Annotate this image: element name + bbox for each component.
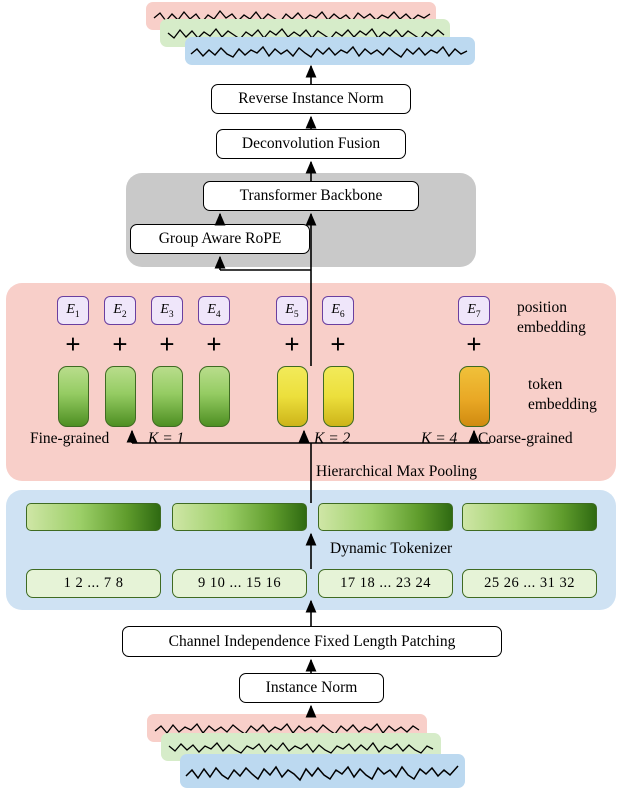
input-signal-card-blue <box>180 754 465 788</box>
token-embedding-bar-3 <box>152 366 183 427</box>
token-sequence-bar-1 <box>26 503 161 531</box>
embedding-chip-4[interactable]: E4 <box>198 296 230 325</box>
position-embedding-line1: position <box>517 299 567 316</box>
embedding-chip-4-label: E4 <box>207 301 221 320</box>
token-embedding-label: token embedding <box>528 375 597 415</box>
signal-trace-blue <box>190 45 468 58</box>
plus-sign-3: + <box>159 329 175 359</box>
embedding-chip-6-label: E6 <box>331 301 345 320</box>
plus-sign-7: + <box>466 329 482 359</box>
patch-number-box-3: 17 18 ... 23 24 <box>318 569 453 598</box>
input-signal-trace-blue <box>185 765 459 782</box>
position-embedding-label: position embedding <box>517 298 586 338</box>
reverse-instance-norm-label: Reverse Instance Norm <box>238 90 384 107</box>
token-embedding-bar-2 <box>105 366 136 427</box>
instance-norm-box[interactable]: Instance Norm <box>239 673 384 703</box>
channel-independence-box[interactable]: Channel Independence Fixed Length Patchi… <box>122 626 502 657</box>
patch-number-label-4: 25 26 ... 31 32 <box>484 575 575 591</box>
token-embedding-line2: embedding <box>528 396 597 413</box>
plus-sign-5: + <box>284 329 300 359</box>
token-sequence-bar-2 <box>172 503 307 531</box>
embedding-chip-3[interactable]: E3 <box>151 296 183 325</box>
patch-number-box-1: 1 2 ... 7 8 <box>26 569 161 598</box>
embedding-chip-5[interactable]: E5 <box>276 296 308 325</box>
coarse-grained-label: Coarse-grained <box>478 430 573 447</box>
reverse-instance-norm-box[interactable]: Reverse Instance Norm <box>211 84 411 114</box>
embedding-chip-7-label: E7 <box>467 301 481 320</box>
k1-label: K = 1 <box>148 430 185 447</box>
embedding-chip-2-label: E2 <box>113 301 127 320</box>
k4-label: K = 4 <box>421 430 458 447</box>
embedding-chip-1-label: E1 <box>66 301 80 320</box>
diagram-canvas: Reverse Instance Norm Deconvolution Fusi… <box>0 0 622 790</box>
hierarchical-max-pooling-label: Hierarchical Max Pooling <box>316 463 477 480</box>
plus-sign-6: + <box>330 329 346 359</box>
token-embedding-bar-4 <box>199 366 230 427</box>
embedding-chip-6[interactable]: E6 <box>322 296 354 325</box>
token-embedding-line1: token <box>528 376 563 393</box>
patch-number-label-2: 9 10 ... 15 16 <box>197 575 282 591</box>
embedding-chip-2[interactable]: E2 <box>104 296 136 325</box>
embedding-chip-5-label: E5 <box>285 301 299 320</box>
token-embedding-bar-6 <box>323 366 354 427</box>
token-sequence-bar-4 <box>462 503 597 531</box>
output-signal-card-blue <box>185 37 475 65</box>
channel-independence-label: Channel Independence Fixed Length Patchi… <box>168 632 456 650</box>
token-embedding-bar-1 <box>58 366 89 427</box>
plus-sign-1: + <box>65 329 81 359</box>
fine-grained-label: Fine-grained <box>30 430 110 447</box>
token-sequence-bar-3 <box>318 503 453 531</box>
patch-number-box-2: 9 10 ... 15 16 <box>172 569 307 598</box>
embedding-chip-7[interactable]: E7 <box>458 296 490 325</box>
dynamic-tokenizer-label: Dynamic Tokenizer <box>330 540 453 557</box>
patch-number-box-4: 25 26 ... 31 32 <box>462 569 597 598</box>
plus-sign-4: + <box>206 329 222 359</box>
token-embedding-bar-7 <box>459 366 490 427</box>
embedding-chip-3-label: E3 <box>160 301 174 320</box>
deconvolution-fusion-label: Deconvolution Fusion <box>241 135 381 152</box>
embedding-chip-1[interactable]: E1 <box>57 296 89 325</box>
token-embedding-bar-5 <box>277 366 308 427</box>
group-aware-rope-box[interactable]: Group Aware RoPE <box>130 224 310 254</box>
group-aware-rope-label: Group Aware RoPE <box>158 230 282 247</box>
deconvolution-fusion-box[interactable]: Deconvolution Fusion <box>216 129 406 159</box>
instance-norm-label: Instance Norm <box>265 679 358 696</box>
patch-number-label-1: 1 2 ... 7 8 <box>63 575 124 591</box>
plus-sign-2: + <box>112 329 128 359</box>
patch-number-label-3: 17 18 ... 23 24 <box>340 575 431 591</box>
position-embedding-line2: embedding <box>517 319 586 336</box>
k2-label: K = 2 <box>314 430 351 447</box>
transformer-backbone-box[interactable]: Transformer Backbone <box>203 181 419 211</box>
transformer-backbone-label: Transformer Backbone <box>239 187 383 204</box>
